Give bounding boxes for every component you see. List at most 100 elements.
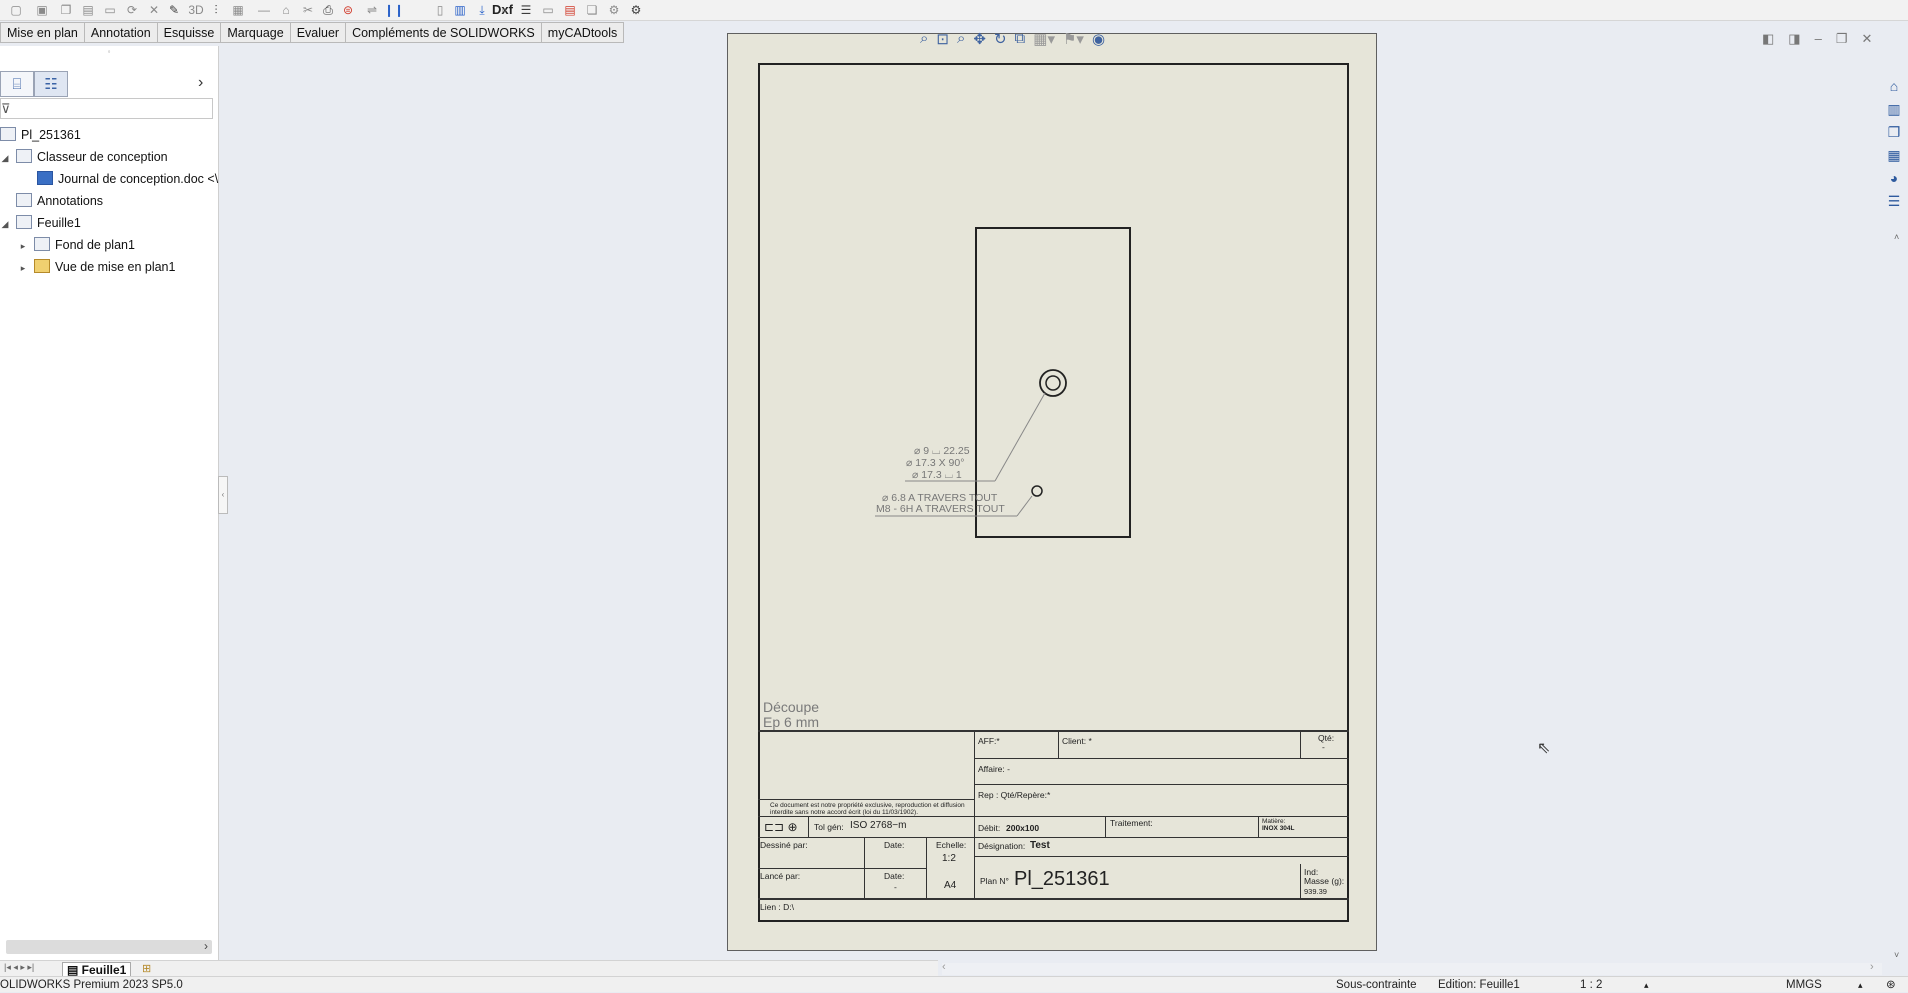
note-icon[interactable]: ▭ xyxy=(540,2,556,18)
disabled-icon[interactable]: ▭ xyxy=(102,2,118,18)
tree-item-annotations[interactable]: Annotations xyxy=(16,190,103,212)
callout1-line3[interactable]: ⌀ 17.3 ⌴ 1 xyxy=(912,469,962,482)
tab-esquisse[interactable]: Esquisse xyxy=(157,22,222,43)
pause-icon[interactable]: ❙❙ xyxy=(384,2,404,18)
list-icon[interactable]: ☰ xyxy=(518,2,534,18)
3d-icon[interactable]: 3D xyxy=(188,2,204,18)
cutting-note[interactable]: Découpe Ep 6 mm xyxy=(763,700,819,730)
save-icon[interactable]: ▣ xyxy=(34,2,50,18)
cancel-icon[interactable]: ✕ xyxy=(146,2,162,18)
rep-field: Rep : Qté/Repère:* xyxy=(978,790,1051,800)
featuremanager-tab-icon[interactable]: ⌸ xyxy=(0,71,34,97)
tile-left-icon[interactable]: ◧ xyxy=(1762,31,1774,47)
display-style-icon[interactable]: ▦▾ xyxy=(1033,30,1055,50)
paste-icon[interactable]: ▤ xyxy=(80,2,96,18)
panel-grip[interactable]: ◦ xyxy=(0,46,218,58)
view-palette-icon[interactable]: ▦ xyxy=(1884,145,1904,165)
callout2-leader xyxy=(1016,495,1033,517)
counterbore-hole[interactable] xyxy=(1039,369,1067,397)
panel-horizontal-scrollbar[interactable] xyxy=(6,940,212,954)
expand-arrow-icon[interactable]: ▸ xyxy=(18,257,28,279)
restore-icon[interactable]: ❐ xyxy=(1836,31,1848,47)
panel-tabs: ⌸ ☷ › xyxy=(0,70,218,98)
tree-item-classeur[interactable]: ◢ Classeur de conception xyxy=(0,146,168,168)
scroll-right-arrow-icon[interactable]: › xyxy=(1870,961,1874,973)
panel-icon[interactable]: ▯ xyxy=(432,2,448,18)
zoom-area-icon[interactable]: ⊡ xyxy=(936,30,949,50)
propertymanager-tab-icon[interactable]: ☷ xyxy=(34,71,68,97)
scroll-left-arrow-icon[interactable]: ‹ xyxy=(942,961,946,973)
format-value: A4 xyxy=(944,880,957,891)
pan-icon[interactable]: ✥ xyxy=(973,30,986,50)
file-explorer-icon[interactable]: ❐ xyxy=(1884,122,1904,142)
tab-marquage[interactable]: Marquage xyxy=(221,22,291,43)
line-icon[interactable]: ― xyxy=(256,2,272,18)
cut-icon[interactable]: ✂ xyxy=(300,2,316,18)
debit-label: Débit: xyxy=(978,823,1001,833)
hide-show-icon[interactable]: ⚑▾ xyxy=(1063,30,1084,50)
echelle-label: Echelle: xyxy=(936,840,967,850)
sheet-icon[interactable]: ▥ xyxy=(452,2,468,18)
word-doc-icon xyxy=(37,171,53,185)
tab-mycadtools[interactable]: myCADtools xyxy=(541,22,625,43)
zoom-in-out-icon[interactable]: ⌕ xyxy=(957,30,965,50)
hidden-icon[interactable]: ▫ xyxy=(496,2,512,18)
rebuild-icon[interactable]: ⟳ xyxy=(124,2,140,18)
print-pdf-icon[interactable]: ⊜ xyxy=(340,2,356,18)
design-library-icon[interactable]: ▥ xyxy=(1884,99,1904,119)
scroll-down-arrow-icon[interactable]: ˅ xyxy=(1894,950,1899,960)
scroll-right-arrow-icon[interactable]: › xyxy=(204,939,208,953)
tab-annotation[interactable]: Annotation xyxy=(84,22,158,43)
wrench-icon[interactable]: ✎ xyxy=(166,2,182,18)
panel-collapse-handle[interactable]: ‹ xyxy=(218,476,228,514)
settings-icon[interactable]: ⚙ xyxy=(628,2,644,18)
scroll-up-arrow-icon[interactable]: ˄ xyxy=(1894,232,1899,242)
copy-icon[interactable]: ❐ xyxy=(58,2,74,18)
sheet-nav-arrows-icon[interactable]: |◂ ◂ ▸ ▸| xyxy=(4,962,34,973)
threaded-hole[interactable] xyxy=(1031,485,1043,497)
callout1-line2[interactable]: ⌀ 17.3 X 90° xyxy=(906,457,964,469)
tab-evaluer[interactable]: Evaluer xyxy=(290,22,347,43)
tree-filter-input[interactable]: ⊽ xyxy=(0,98,213,119)
print-icon[interactable]: ⎙ xyxy=(320,2,336,18)
collapse-arrow-icon[interactable]: ◢ xyxy=(0,147,10,169)
drawing-horizontal-scrollbar[interactable]: ‹ › xyxy=(942,961,1882,975)
lock-icon[interactable]: ⌂ xyxy=(278,2,294,18)
tree-item-journal[interactable]: Journal de conception.doc <\ xyxy=(37,168,218,190)
tree-root[interactable]: Pl_251361 xyxy=(0,124,81,146)
task-pane-tabs: ⌂ ▥ ❐ ▦ ◕ ☰ xyxy=(1884,76,1906,214)
tab-mise-en-plan[interactable]: Mise en plan xyxy=(0,22,85,43)
new-icon[interactable]: ▢ xyxy=(8,2,24,18)
callout2-line2[interactable]: M8 - 6H A TRAVERS TOUT xyxy=(876,503,1005,515)
home-icon[interactable]: ⌂ xyxy=(1884,76,1904,96)
minimize-icon[interactable]: – xyxy=(1815,31,1822,47)
appearances-icon[interactable]: ◕ xyxy=(1884,168,1904,188)
align-icon[interactable]: ⫶ xyxy=(208,2,224,18)
appearance-icon[interactable]: ◉ xyxy=(1092,30,1105,50)
tree-item-feuille1[interactable]: ◢ Feuille1 xyxy=(0,212,81,234)
counterbore-inner-hole[interactable] xyxy=(1045,375,1061,391)
tree-item-vue[interactable]: ▸ Vue de mise en plan1 xyxy=(18,256,175,278)
tile-right-icon[interactable]: ◨ xyxy=(1788,31,1800,47)
collapse-arrow-icon[interactable]: ◢ xyxy=(0,213,10,235)
layout-icon[interactable]: ▦ xyxy=(230,2,246,18)
date2-value: - xyxy=(894,882,897,892)
documents-icon[interactable]: ❏ xyxy=(584,2,600,18)
tab-complements[interactable]: Compléments de SOLIDWORKS xyxy=(346,22,542,43)
disclaimer-text: Ce document est notre propriété exclusiv… xyxy=(770,802,965,816)
title-block[interactable]: AFF:* Client: * Qté: - Affaire: - Rep : … xyxy=(758,730,1349,922)
export-icon[interactable]: ⇌ xyxy=(364,2,380,18)
tools-icon[interactable]: ⚙ xyxy=(606,2,622,18)
rotate-icon[interactable]: ↻ xyxy=(994,30,1007,50)
custom-properties-icon[interactable]: ☰ xyxy=(1884,191,1904,211)
tree-item-fond-de-plan[interactable]: ▸ Fond de plan1 xyxy=(18,234,135,256)
expand-arrow-icon[interactable]: ▸ xyxy=(18,235,28,257)
close-icon[interactable]: ✕ xyxy=(1861,31,1872,47)
section-icon[interactable]: ⧉ xyxy=(1015,30,1026,50)
panel-expand-arrow-icon[interactable]: › xyxy=(198,74,203,92)
zoom-fit-icon[interactable]: ⌕ xyxy=(920,30,928,50)
command-toolbar: ▢ ▣ ❐ ▤ ▭ ⟳ ✕ ✎ 3D ⫶ ▦ ― ⌂ ✂ ⎙ ⊜ ⇌ ❙❙ Dx… xyxy=(0,0,1908,21)
pdf-icon[interactable]: ▤ xyxy=(562,2,578,18)
add-sheet-icon[interactable]: ⊞ xyxy=(142,962,151,975)
download-icon[interactable]: ⤓ xyxy=(474,2,490,18)
